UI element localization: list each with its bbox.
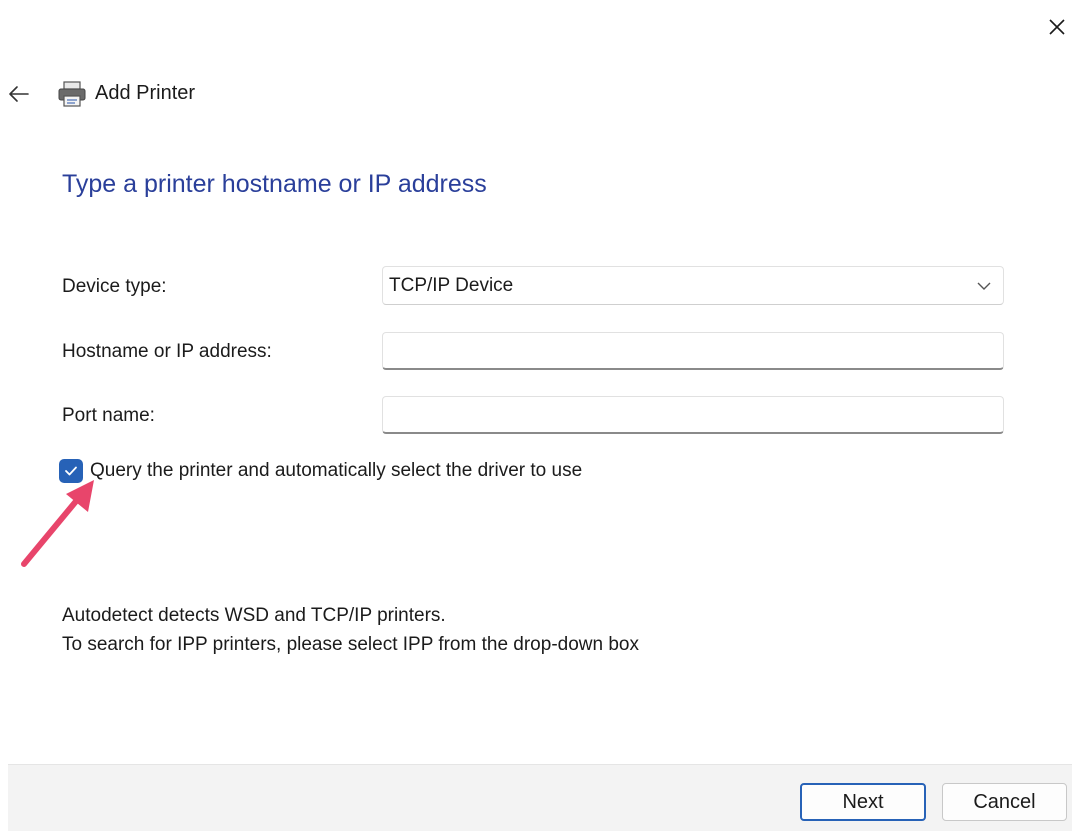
next-button[interactable]: Next — [800, 783, 926, 821]
device-type-value: TCP/IP Device — [389, 274, 514, 296]
printer-icon — [58, 81, 86, 107]
info-text-line-2: To search for IPP printers, please selec… — [62, 634, 639, 655]
device-type-select[interactable]: TCP/IP Device — [382, 266, 1004, 305]
device-type-label: Device type: — [62, 276, 167, 297]
cancel-button[interactable]: Cancel — [942, 783, 1067, 821]
info-text-line-1: Autodetect detects WSD and TCP/IP printe… — [62, 605, 446, 626]
back-button[interactable] — [4, 80, 34, 108]
port-name-field[interactable] — [382, 396, 1004, 434]
port-name-label: Port name: — [62, 405, 155, 426]
close-icon — [1049, 19, 1065, 35]
window-title: Add Printer — [95, 82, 196, 104]
hostname-label: Hostname or IP address: — [62, 341, 272, 362]
query-printer-label[interactable]: Query the printer and automatically sele… — [90, 460, 582, 482]
back-arrow-icon — [9, 86, 29, 102]
close-button[interactable] — [1042, 12, 1072, 42]
port-name-input[interactable] — [383, 397, 1003, 432]
pink-arrow-annotation — [21, 480, 94, 567]
hostname-input[interactable] — [383, 333, 1003, 368]
hostname-field[interactable] — [382, 332, 1004, 370]
chevron-down-icon — [977, 282, 991, 290]
page-heading: Type a printer hostname or IP address — [62, 170, 487, 198]
